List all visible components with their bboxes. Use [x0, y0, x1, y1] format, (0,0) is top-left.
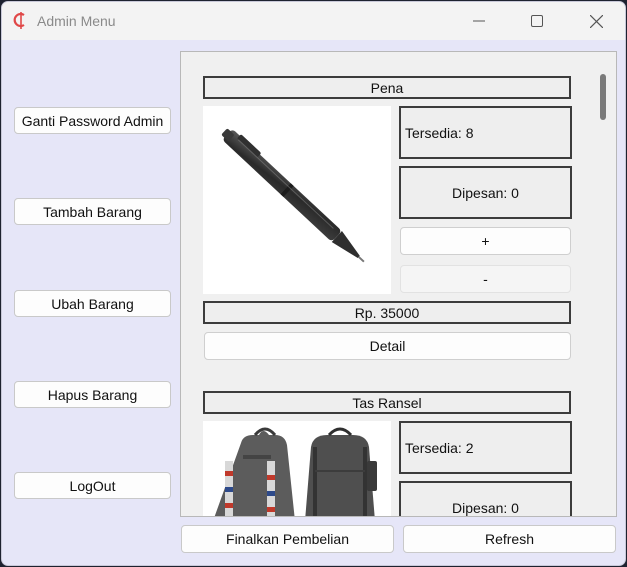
admin-menu-window: Admin Menu Ganti Password Admin Tambah B…	[1, 1, 626, 566]
product-image	[203, 106, 391, 294]
logout-button[interactable]: LogOut	[14, 472, 171, 499]
stock-label: Tersedia: 8	[399, 106, 572, 159]
maximize-icon	[531, 15, 543, 27]
price-label: Rp. 35000	[203, 301, 571, 324]
edit-item-button[interactable]: Ubah Barang	[14, 290, 171, 317]
vertical-scrollbar[interactable]	[595, 52, 616, 516]
close-button[interactable]	[573, 2, 619, 40]
minimize-button[interactable]	[456, 2, 502, 40]
scrollbar-thumb[interactable]	[600, 74, 606, 120]
refresh-button[interactable]: Refresh	[403, 525, 616, 553]
product-image	[203, 421, 391, 516]
ordered-label: Dipesan: 0	[399, 481, 572, 516]
window-title: Admin Menu	[37, 13, 116, 29]
add-item-button[interactable]: Tambah Barang	[14, 198, 171, 225]
decrease-quantity-button[interactable]: -	[400, 265, 571, 293]
title-bar[interactable]: Admin Menu	[2, 2, 625, 40]
change-admin-password-button[interactable]: Ganti Password Admin	[14, 107, 171, 134]
product-name-label: Tas Ransel	[203, 391, 571, 414]
increase-quantity-button[interactable]: +	[400, 227, 571, 255]
finalize-purchase-button[interactable]: Finalkan Pembelian	[181, 525, 394, 553]
product-list-panel[interactable]: Pena Tersedia: 8 Dipesan: 0 + - Rp. 3500…	[180, 51, 617, 517]
pen-image	[221, 128, 365, 263]
delete-item-button[interactable]: Hapus Barang	[14, 381, 171, 408]
close-icon	[589, 14, 603, 28]
backpack-image	[214, 427, 377, 516]
app-logo-icon	[13, 12, 25, 29]
stock-label: Tersedia: 2	[399, 421, 572, 474]
maximize-button[interactable]	[514, 2, 560, 40]
ordered-label: Dipesan: 0	[399, 166, 572, 219]
product-name-label: Pena	[203, 76, 571, 99]
detail-button[interactable]: Detail	[204, 332, 571, 360]
minimize-icon	[473, 20, 485, 22]
